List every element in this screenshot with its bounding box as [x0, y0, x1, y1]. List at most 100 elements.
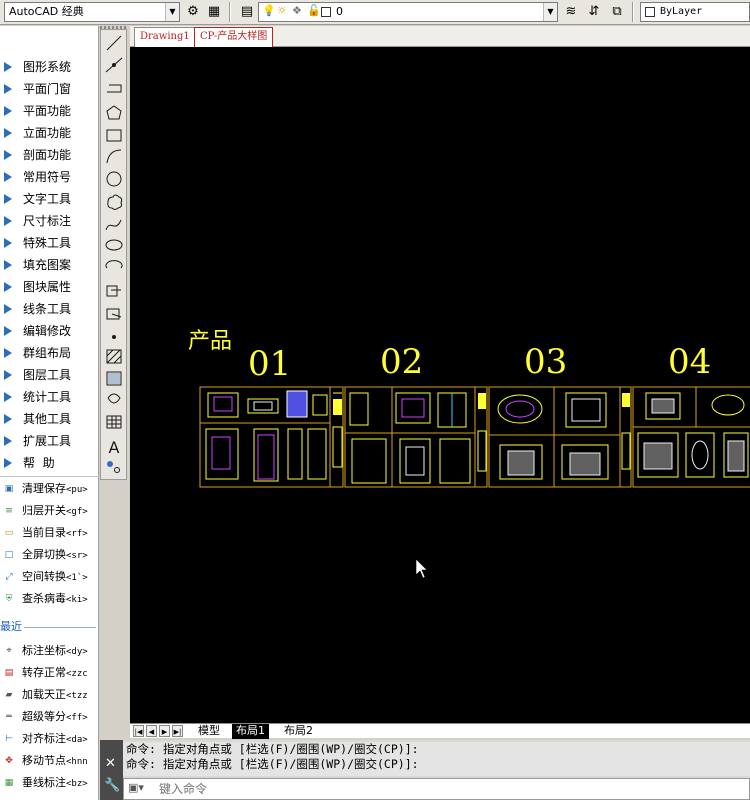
item-shortcut: <rf> [66, 529, 88, 539]
menu-item-6[interactable]: 常用符号 [0, 166, 99, 188]
quick-items-item[interactable]: ▣ 清理保存<pu> [0, 478, 99, 500]
tab-label: CP-产品大样图 [200, 31, 268, 42]
triangle-right-icon [4, 106, 12, 116]
triangle-right-icon [4, 326, 12, 336]
menu-item-18[interactable]: 扩展工具 [0, 430, 99, 452]
next-tab-icon[interactable]: ▶ [159, 725, 170, 737]
triangle-right-icon [4, 128, 12, 138]
workspace-settings-icon[interactable]: ▦ [205, 3, 223, 21]
triangle-right-icon [4, 62, 12, 72]
quick-recent-item[interactable]: ▤ 转存正常<zzc [0, 662, 99, 684]
last-tab-icon[interactable]: ▶| [172, 725, 183, 737]
triangle-right-icon [4, 282, 12, 292]
item-label: 转存正常<zzc [22, 666, 88, 679]
quick-items-item[interactable]: ⤢ 空间转换<1`> [0, 566, 99, 588]
circle-icon [106, 171, 122, 187]
close-icon[interactable]: ✕ [105, 756, 116, 771]
menu-item-label: 特殊工具 [23, 236, 72, 250]
quick-items-item[interactable]: □ 全屏切换<sr> [0, 544, 99, 566]
tab-drawing1[interactable]: Drawing1 [134, 27, 196, 47]
layer-match-icon[interactable]: ⇵ [585, 3, 603, 21]
menu-item-label: 剖面功能 [23, 148, 72, 162]
tab-label: Drawing1 [140, 31, 190, 42]
layer-previous-icon[interactable]: ⧉ [608, 3, 626, 21]
quick-recent-item[interactable]: ⌖ 标注坐标<dy> [0, 640, 99, 662]
tab-layout1[interactable]: 布局1 [232, 724, 269, 739]
gear-icon[interactable]: ⚙ [184, 3, 202, 21]
item-shortcut: <ki> [66, 595, 88, 605]
quick-recent-item[interactable]: ✥ 移动节点<hnn [0, 750, 99, 772]
menu-item-label: 尺寸标注 [23, 214, 72, 228]
drawing-canvas[interactable]: 产品 01 02 03 04 [130, 47, 750, 723]
menu-item-label: 填充图案 [23, 258, 72, 272]
tool-menu-panel: 图形系统 平面门窗平面功能立面功能剖面功能常用符号文字工具尺寸标注特殊工具填充图案… [0, 26, 99, 800]
item-label: 查杀病毒<ki> [22, 592, 88, 605]
menu-item-10[interactable]: 填充图案 [0, 254, 99, 276]
revcloud-icon [107, 194, 123, 210]
quick-recent-item[interactable]: ⊢ 对齐标注<da> [0, 728, 99, 750]
toolbar-separator [229, 2, 231, 22]
menu-item-8[interactable]: 尺寸标注 [0, 210, 99, 232]
region-icon [107, 393, 121, 404]
menu-item-2[interactable]: 平面门窗 [0, 78, 99, 100]
insert-block-icon [106, 285, 121, 297]
menu-item-label: 平面功能 [23, 104, 72, 118]
lightbulb-icon: 💡 [262, 4, 276, 17]
workspace-dropdown[interactable]: AutoCAD 经典 ▼ [4, 2, 180, 22]
command-history-line: 命令: 指定对角点或 [栏选(F)/圈围(WP)/圈交(CP)]: [126, 757, 419, 771]
command-prompt-icon[interactable]: ▣▾ [128, 781, 144, 794]
menu-item-9[interactable]: 特殊工具 [0, 232, 99, 254]
quick-items-item[interactable]: ≡ 归层开关<gf> [0, 500, 99, 522]
quick-items-item[interactable]: ⛨ 查杀病毒<ki> [0, 588, 99, 610]
quick-recent-item[interactable]: ═ 超级等分<ff> [0, 706, 99, 728]
menu-item-13[interactable]: 编辑修改 [0, 320, 99, 342]
menu-item-14[interactable]: 群组布局 [0, 342, 99, 364]
tab-model[interactable]: 模型 [194, 724, 224, 739]
first-tab-icon[interactable]: |◀ [133, 725, 144, 737]
triangle-right-icon [4, 414, 12, 424]
menu-item-4[interactable]: 立面功能 [0, 122, 99, 144]
detail-sheet-02 [344, 386, 488, 488]
sheet-number-01: 01 [248, 344, 291, 384]
color-swatch [645, 7, 655, 17]
toolbar-separator [632, 2, 634, 22]
menu-item-17[interactable]: 其他工具 [0, 408, 99, 430]
table-icon [107, 416, 121, 428]
shield-icon: ⛨ [5, 594, 13, 604]
quick-items-item[interactable]: ▭ 当前目录<rf> [0, 522, 99, 544]
menu-item-7[interactable]: 文字工具 [0, 188, 99, 210]
layers-icon: ≡ [5, 506, 13, 516]
menu-item-3[interactable]: 平面功能 [0, 100, 99, 122]
menu-item-label: 图块属性 [23, 280, 72, 294]
command-window-handle: ✕ 🔧 [100, 740, 123, 800]
previous-tab-icon[interactable]: ◀ [146, 725, 157, 737]
menu-item-16[interactable]: 统计工具 [0, 386, 99, 408]
layer-properties-icon[interactable]: ▤ [238, 3, 256, 21]
grid-icon: ▦ [4, 778, 14, 788]
quick-recent-item[interactable]: ▰ 加载天正<tzz [0, 684, 99, 706]
tab-label: 布局1 [236, 724, 265, 737]
quick-recent-item[interactable]: ▦ 垂线标注<bz> [0, 772, 99, 794]
layer-dropdown[interactable]: 💡 ☼ ❖ 🔓 0 ▼ [258, 2, 558, 22]
detail-sheet-03 [488, 386, 632, 488]
triangle-right-icon [4, 216, 12, 226]
command-input[interactable] [159, 781, 739, 797]
wrench-icon[interactable]: 🔧 [104, 778, 120, 793]
item-shortcut: <bz> [66, 779, 88, 789]
menu-item-5[interactable]: 剖面功能 [0, 144, 99, 166]
item-label: 加载天正<tzz [22, 688, 88, 701]
save-icon: ▣ [4, 484, 14, 494]
menu-item-1[interactable]: 图形系统 [0, 56, 99, 78]
folder-icon: ▭ [4, 528, 14, 538]
menu-item-help[interactable]: 帮 助 [0, 452, 99, 474]
tab-active-drawing[interactable]: CP-产品大样图 [194, 27, 274, 47]
tab-layout2[interactable]: 布局2 [280, 724, 317, 739]
menu-item-11[interactable]: 图块属性 [0, 276, 99, 298]
menu-item-12[interactable]: 线条工具 [0, 298, 99, 320]
menu-item-label: 文字工具 [23, 192, 72, 206]
make-current-layer-icon[interactable]: ≋ [562, 3, 580, 21]
menu-item-15[interactable]: 图层工具 [0, 364, 99, 386]
command-input-box[interactable]: ▣▾ [123, 778, 750, 800]
color-dropdown[interactable]: ByLayer [640, 2, 750, 22]
triangle-right-icon [4, 348, 12, 358]
